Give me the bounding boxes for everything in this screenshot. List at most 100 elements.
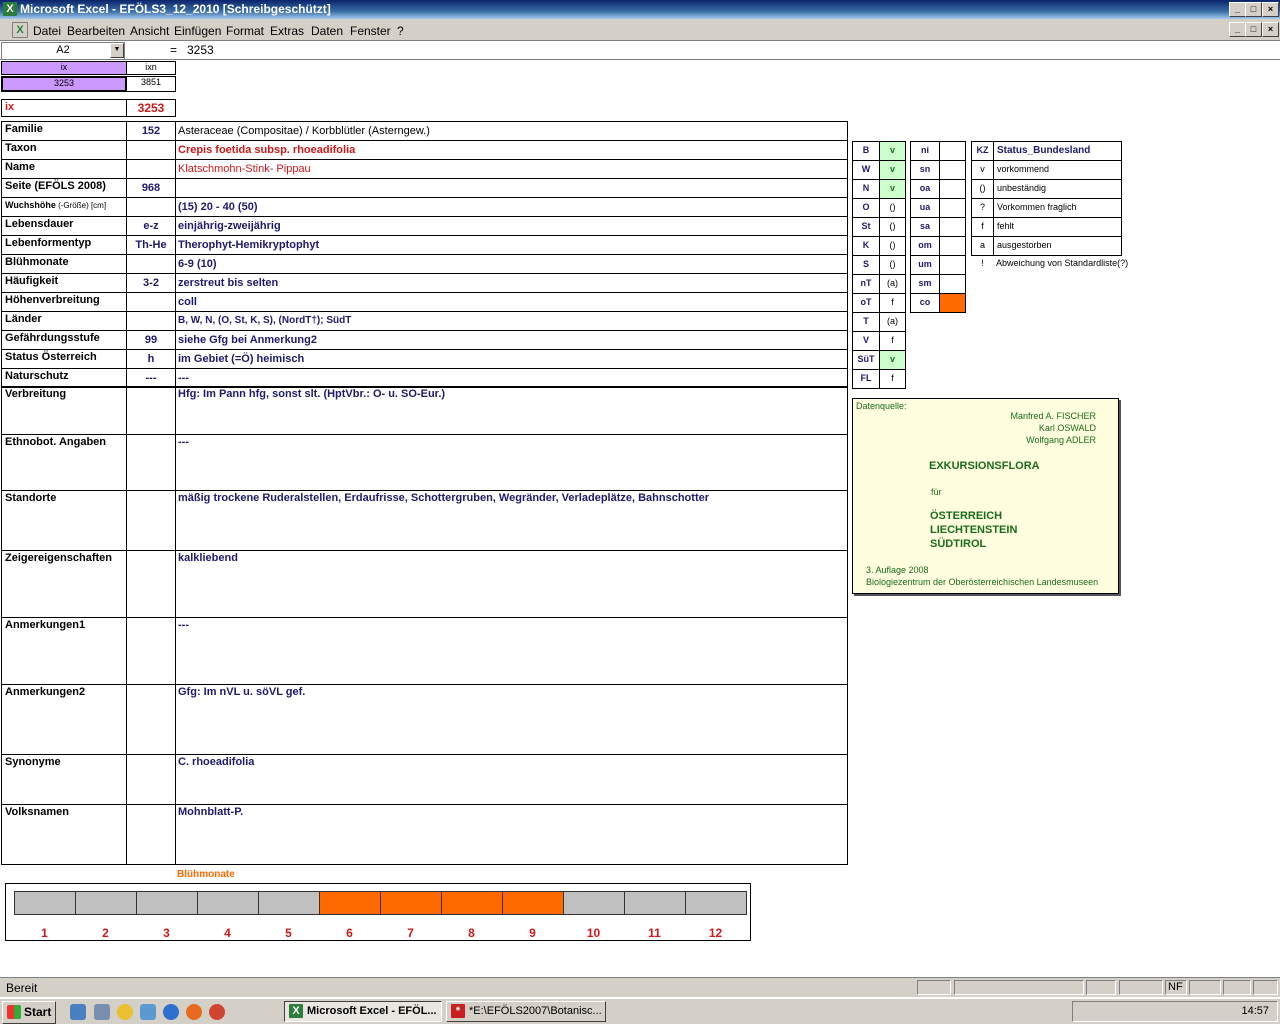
quicklaunch-desktop-icon[interactable] — [140, 1004, 156, 1020]
row-value[interactable]: coll — [175, 292, 848, 312]
row-value[interactable]: Klatschmohn-Stink- Pippau — [175, 159, 848, 179]
row-code[interactable] — [126, 159, 176, 179]
region-value[interactable] — [939, 217, 966, 237]
row-label[interactable]: Status Österreich — [1, 349, 127, 369]
quicklaunch-explorer-icon[interactable] — [94, 1004, 110, 1020]
state-key[interactable]: O — [852, 198, 880, 218]
quicklaunch-firefox-icon[interactable] — [186, 1004, 202, 1020]
state-key[interactable]: oT — [852, 293, 880, 313]
region-key[interactable]: um — [910, 255, 940, 275]
row-label[interactable]: Blühmonate — [1, 254, 127, 274]
state-value[interactable]: () — [879, 236, 906, 256]
state-value[interactable]: f — [879, 369, 906, 389]
menu-extras[interactable]: Extras — [270, 24, 304, 38]
maximize-button[interactable]: □ — [1245, 2, 1262, 17]
text-row-value[interactable]: Hfg: Im Pann hfg, sonst slt. (HptVbr.: O… — [175, 386, 848, 435]
region-value[interactable] — [939, 179, 966, 199]
ix-label[interactable]: ix — [1, 99, 127, 117]
row-value[interactable]: B, W, N, (O, St, K, S), (NordT†); SüdT — [175, 311, 848, 331]
text-row-code[interactable] — [126, 386, 176, 435]
text-row-label[interactable]: Anmerkungen1 — [1, 617, 127, 685]
text-row-code[interactable] — [126, 490, 176, 551]
region-key[interactable]: oa — [910, 179, 940, 199]
text-row-value[interactable]: C. rhoeadifolia — [175, 754, 848, 805]
state-key[interactable]: nT — [852, 274, 880, 294]
state-key[interactable]: FL — [852, 369, 880, 389]
state-value[interactable]: v — [879, 160, 906, 180]
start-button[interactable]: Start — [2, 1001, 56, 1024]
state-key[interactable]: K — [852, 236, 880, 256]
region-value[interactable] — [939, 198, 966, 218]
chevron-down-icon[interactable]: ▼ — [110, 43, 124, 58]
row-label[interactable]: Name — [1, 159, 127, 179]
row-label[interactable]: Gefährdungsstufe — [1, 330, 127, 350]
row-label[interactable]: Lebenformentyp — [1, 235, 127, 255]
row-code[interactable]: e-z — [126, 216, 176, 236]
menu-daten[interactable]: Daten — [311, 24, 343, 38]
state-value[interactable]: () — [879, 198, 906, 218]
row-code[interactable]: 968 — [126, 178, 176, 198]
row-label[interactable]: Lebensdauer — [1, 216, 127, 236]
row-code[interactable]: 152 — [126, 121, 176, 141]
quicklaunch-chrome-icon[interactable] — [209, 1004, 225, 1020]
row-code[interactable]: 3-2 — [126, 273, 176, 293]
minimize-button[interactable]: _ — [1229, 2, 1246, 17]
row-label[interactable]: Seite (EFÖLS 2008) — [1, 178, 127, 198]
text-row-label[interactable]: Zeigereigenschaften — [1, 550, 127, 618]
region-key[interactable]: om — [910, 236, 940, 256]
text-row-label[interactable]: Verbreitung — [1, 386, 127, 435]
row-code[interactable] — [126, 292, 176, 312]
menu-ansicht[interactable]: Ansicht — [130, 24, 169, 38]
text-row-code[interactable] — [126, 434, 176, 491]
state-value[interactable]: v — [879, 141, 906, 161]
text-row-code[interactable] — [126, 617, 176, 685]
quicklaunch-browser-icon[interactable] — [163, 1004, 179, 1020]
row-label[interactable]: Wuchshöhe (-Größe) [cm] — [1, 197, 127, 217]
menu-bearbeiten[interactable]: Bearbeiten — [67, 24, 125, 38]
menu-einfuegen[interactable]: Einfügen — [174, 24, 221, 38]
state-key[interactable]: V — [852, 331, 880, 351]
task-excel[interactable]: X Microsoft Excel - EFÖL... — [284, 1001, 442, 1022]
row-value[interactable]: einjährig-zweijährig — [175, 216, 848, 236]
region-key[interactable]: co — [910, 293, 940, 313]
state-key[interactable]: N — [852, 179, 880, 199]
menu-help[interactable]: ? — [397, 24, 404, 38]
text-row-code[interactable] — [126, 684, 176, 755]
state-value[interactable]: v — [879, 179, 906, 199]
row-code[interactable]: 99 — [126, 330, 176, 350]
text-row-value[interactable]: --- — [175, 617, 848, 685]
row-code[interactable] — [126, 311, 176, 331]
ixn-value-cell[interactable]: 3851 — [126, 76, 176, 92]
state-key[interactable]: T — [852, 312, 880, 332]
row-label[interactable]: Häufigkeit — [1, 273, 127, 293]
menu-fenster[interactable]: Fenster — [350, 24, 391, 38]
region-value[interactable] — [939, 255, 966, 275]
menu-format[interactable]: Format — [226, 24, 264, 38]
row-code[interactable] — [126, 140, 176, 160]
region-value[interactable] — [939, 293, 966, 313]
row-code[interactable]: --- — [126, 368, 176, 388]
text-row-value[interactable]: kalkliebend — [175, 550, 848, 618]
state-value[interactable]: (a) — [879, 312, 906, 332]
row-value[interactable]: zerstreut bis selten — [175, 273, 848, 293]
row-code[interactable] — [126, 197, 176, 217]
text-row-value[interactable]: Gfg: Im nVL u. söVL gef. — [175, 684, 848, 755]
region-key[interactable]: ni — [910, 141, 940, 161]
region-key[interactable]: sa — [910, 217, 940, 237]
row-value[interactable]: Asteraceae (Compositae) / Korbblütler (A… — [175, 121, 848, 141]
region-value[interactable] — [939, 236, 966, 256]
region-key[interactable]: sn — [910, 160, 940, 180]
text-row-value[interactable]: Mohnblatt-P. — [175, 804, 848, 865]
wb-maximize-button[interactable]: □ — [1245, 22, 1262, 37]
state-value[interactable]: f — [879, 293, 906, 313]
text-row-label[interactable]: Volksnamen — [1, 804, 127, 865]
quicklaunch-ie-icon[interactable] — [70, 1004, 86, 1020]
state-key[interactable]: S — [852, 255, 880, 275]
row-value[interactable]: (15) 20 - 40 (50) — [175, 197, 848, 217]
state-key[interactable]: W — [852, 160, 880, 180]
text-row-value[interactable]: --- — [175, 434, 848, 491]
quicklaunch-media-icon[interactable] — [117, 1004, 133, 1020]
text-row-code[interactable] — [126, 550, 176, 618]
ix-header[interactable]: ix — [1, 61, 127, 75]
wb-close-button[interactable]: × — [1262, 22, 1279, 37]
